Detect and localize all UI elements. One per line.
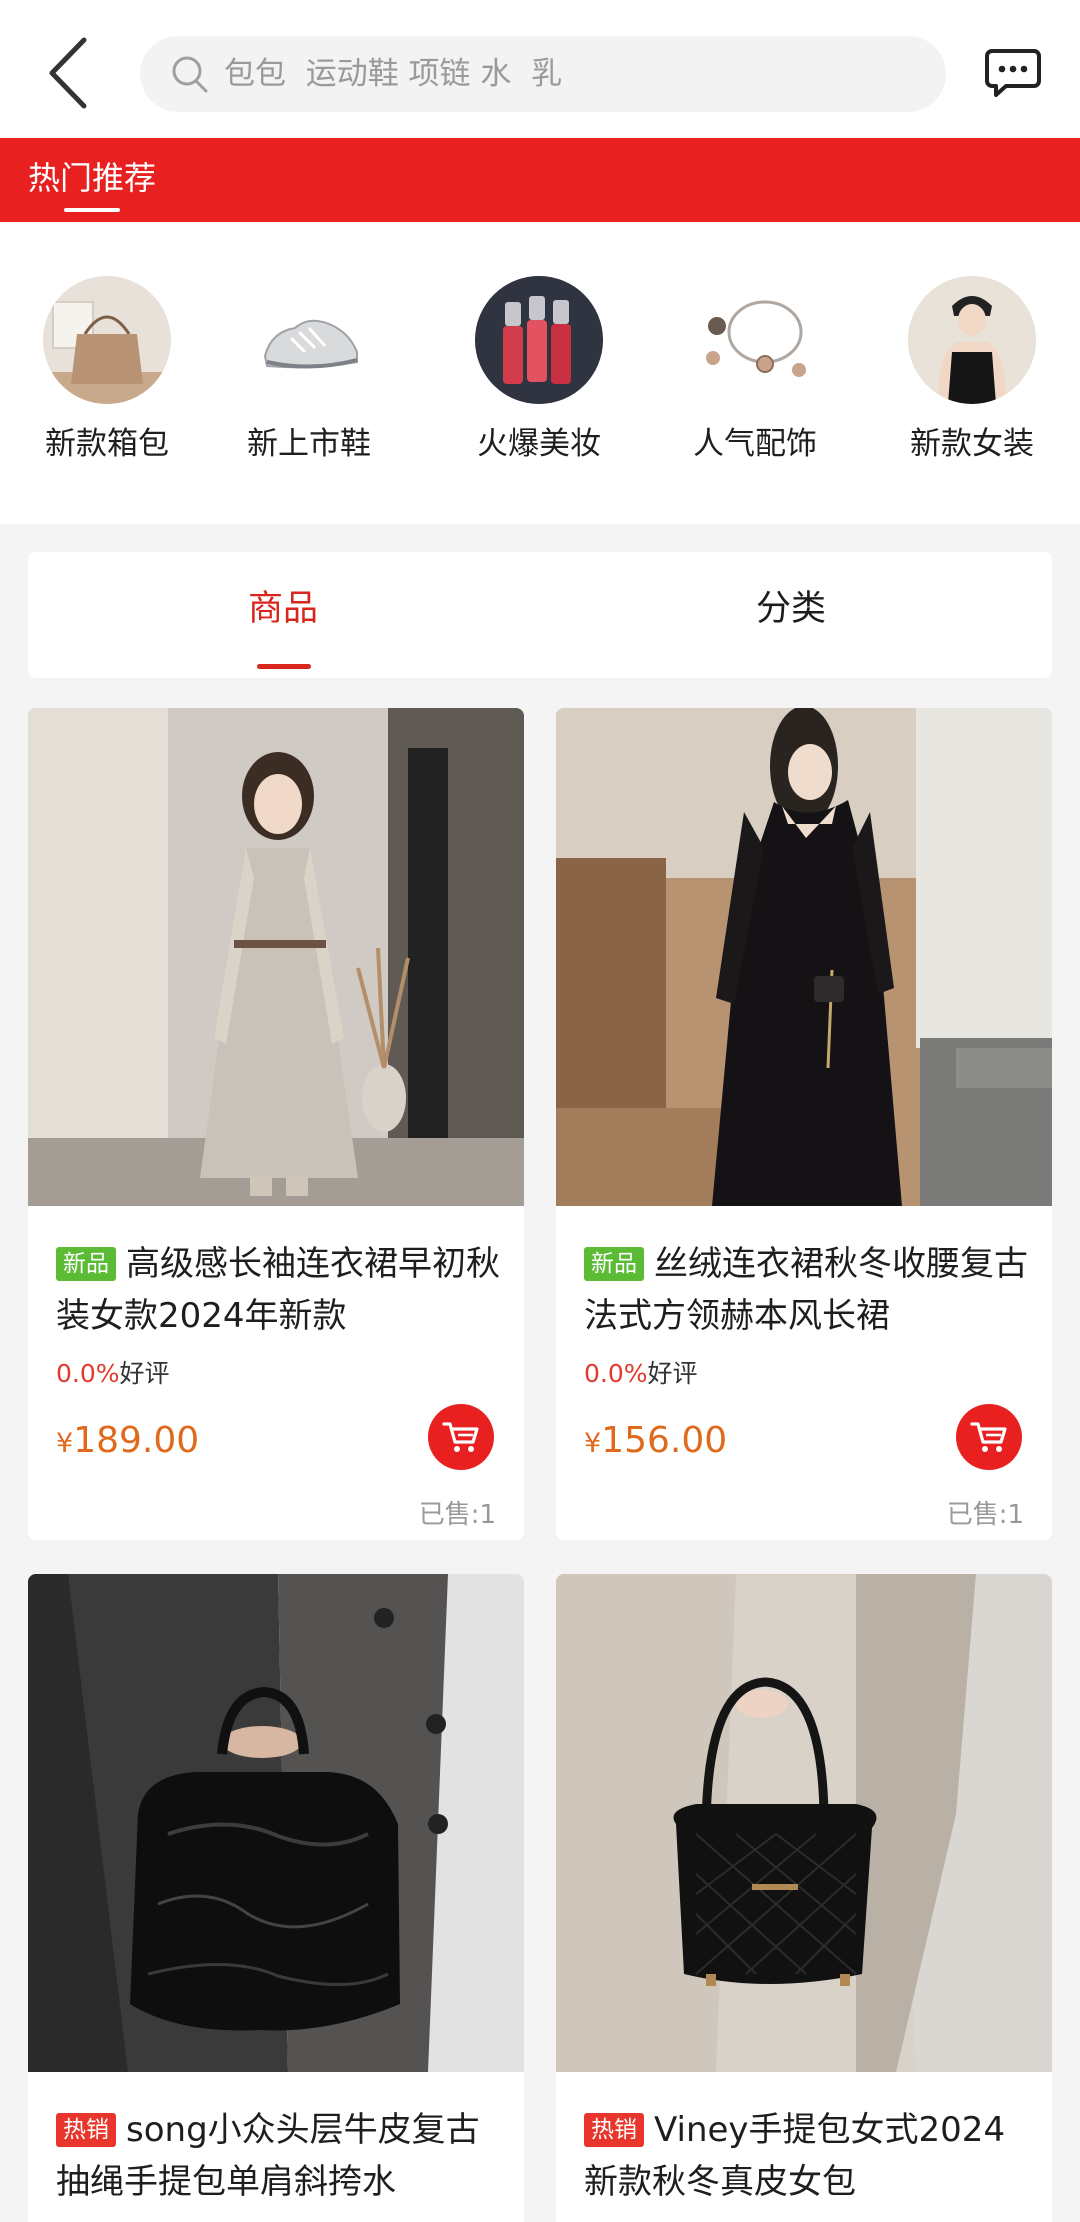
hot-recommend-bar: 热门推荐 — [0, 138, 1080, 222]
hot-badge: 热销 — [584, 2113, 644, 2147]
rating-percent: 0.0% — [56, 1359, 120, 1388]
product-card[interactable]: 新品 丝绒连衣裙秋冬收腰复古法式方领赫本风长裙 0.0%好评 ¥156.00 已售… — [556, 708, 1052, 1540]
cart-icon — [442, 1422, 479, 1452]
tab-goods[interactable]: 商品 — [248, 580, 318, 631]
price-value: 156.00 — [601, 1420, 728, 1461]
active-tab-indicator — [257, 664, 311, 669]
add-to-cart-button[interactable] — [956, 1404, 1022, 1470]
product-price: ¥156.00 — [584, 1420, 727, 1461]
hot-badge: 热销 — [56, 2113, 116, 2147]
product-rating: 0.0%好评 — [584, 1354, 698, 1390]
add-to-cart-button[interactable] — [428, 1404, 494, 1470]
category-bags[interactable]: 新款箱包 — [17, 276, 197, 463]
back-arrow-icon — [49, 37, 87, 109]
product-image — [556, 1574, 1052, 2072]
product-title: 新品 高级感长袖连衣裙早初秋装女款2024年新款 — [56, 1238, 506, 1342]
product-title-text: song小众头层牛皮复古抽绳手提包单肩斜挎水 — [56, 2110, 480, 2202]
product-title: 热销 song小众头层牛皮复古抽绳手提包单肩斜挎水 — [56, 2104, 506, 2208]
currency-symbol: ¥ — [56, 1428, 74, 1459]
product-image — [28, 1574, 524, 2072]
message-button[interactable] — [982, 44, 1044, 102]
category-shortcuts: 新款箱包 新上市鞋 火爆美妆 人气配饰 新款女装 — [0, 222, 1080, 524]
cart-icon — [970, 1422, 1007, 1452]
category-shoes[interactable]: 新上市鞋 — [219, 276, 399, 463]
rating-label: 好评 — [119, 1359, 170, 1388]
sold-count: 已售:1 — [418, 1500, 496, 1530]
search-input[interactable] — [224, 56, 924, 92]
product-card[interactable]: 热销 song小众头层牛皮复古抽绳手提包单肩斜挎水 — [28, 1574, 524, 2222]
product-card[interactable]: 新品 高级感长袖连衣裙早初秋装女款2024年新款 0.0%好评 ¥189.00 已… — [28, 708, 524, 1540]
category-accessories-label: 人气配饰 — [693, 426, 817, 462]
women-wear-thumb — [908, 276, 1036, 404]
category-makeup-label: 火爆美妆 — [477, 426, 601, 462]
sold-count: 已售:1 — [946, 1500, 1024, 1530]
product-title: 热销 Viney手提包女式2024新款秋冬真皮女包 — [584, 2104, 1034, 2208]
search-icon — [172, 56, 208, 93]
category-shoes-label: 新上市鞋 — [247, 426, 371, 462]
product-card[interactable]: 热销 Viney手提包女式2024新款秋冬真皮女包 — [556, 1574, 1052, 2222]
product-title-text: 丝绒连衣裙秋冬收腰复古法式方领赫本风长裙 — [584, 1244, 1028, 1336]
handbag-thumb — [43, 276, 171, 404]
back-button[interactable] — [36, 30, 100, 116]
hot-tab-indicator — [64, 208, 120, 212]
category-accessories[interactable]: 人气配饰 — [665, 276, 845, 463]
product-title: 新品 丝绒连衣裙秋冬收腰复古法式方领赫本风长裙 — [584, 1238, 1034, 1342]
category-womenswear[interactable]: 新款女装 — [882, 276, 1062, 463]
new-badge: 新品 — [584, 1247, 644, 1281]
top-bar — [0, 0, 1080, 138]
category-womenswear-label: 新款女装 — [910, 426, 1034, 462]
product-title-text: Viney手提包女式2024新款秋冬真皮女包 — [584, 2110, 1006, 2202]
tab-categories[interactable]: 分类 — [756, 580, 826, 631]
rating-label: 好评 — [647, 1359, 698, 1388]
content-tabs: 商品 分类 — [28, 552, 1052, 678]
category-makeup[interactable]: 火爆美妆 — [449, 276, 629, 463]
lip-gloss-thumb — [475, 276, 603, 404]
tab-hot-recommend[interactable]: 热门推荐 — [28, 160, 156, 196]
sneaker-thumb — [245, 276, 373, 404]
product-price: ¥189.00 — [56, 1420, 199, 1461]
new-badge: 新品 — [56, 1247, 116, 1281]
product-image — [556, 708, 1052, 1206]
product-image — [28, 708, 524, 1206]
price-value: 189.00 — [73, 1420, 200, 1461]
necklace-thumb — [691, 276, 819, 404]
currency-symbol: ¥ — [584, 1428, 602, 1459]
app-root: 热门推荐 新款箱包 — [0, 0, 1080, 2222]
rating-percent: 0.0% — [584, 1359, 648, 1388]
chat-icon — [985, 49, 1041, 97]
product-rating: 0.0%好评 — [56, 1354, 170, 1390]
search-bar[interactable] — [140, 36, 946, 112]
category-bags-label: 新款箱包 — [45, 426, 169, 462]
product-title-text: 高级感长袖连衣裙早初秋装女款2024年新款 — [56, 1244, 500, 1336]
